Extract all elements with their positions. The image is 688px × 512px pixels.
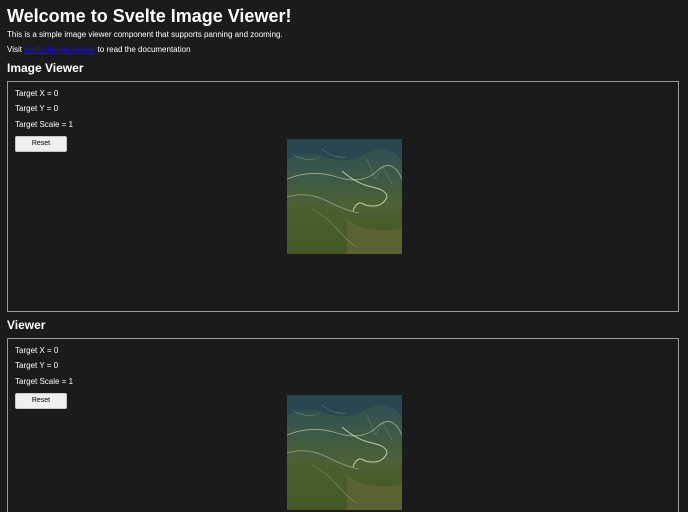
aerial-landscape-icon: [287, 395, 402, 510]
target-y-readout: Target Y = 0: [15, 361, 59, 370]
image-viewer-container[interactable]: Target X = 0 Target Y = 0 Target Scale =…: [7, 81, 679, 312]
aerial-landscape-icon: [287, 139, 402, 254]
documentation-link[interactable]: svelte-image-viewer: [24, 45, 95, 54]
target-x-readout: Target X = 0: [15, 346, 59, 355]
section-heading-image-viewer: Image Viewer: [7, 61, 84, 75]
intro-text: This is a simple image viewer component …: [7, 30, 283, 39]
visit-suffix: to read the documentation: [95, 45, 191, 54]
target-scale-readout: Target Scale = 1: [15, 377, 74, 386]
visit-line: Visit svelte-image-viewer to read the do…: [7, 45, 191, 55]
reset-button[interactable]: Reset: [15, 136, 67, 152]
aerial-landscape-image[interactable]: [287, 395, 402, 510]
visit-prefix: Visit: [7, 45, 25, 54]
target-y-readout: Target Y = 0: [15, 104, 59, 113]
viewer-container[interactable]: Target X = 0 Target Y = 0 Target Scale =…: [7, 338, 679, 512]
reset-button[interactable]: Reset: [15, 393, 67, 409]
page-title: Welcome to Svelte Image Viewer!: [7, 6, 292, 26]
target-scale-readout: Target Scale = 1: [15, 120, 74, 129]
section-heading-viewer: Viewer: [7, 318, 46, 332]
aerial-landscape-image[interactable]: [287, 139, 402, 254]
target-x-readout: Target X = 0: [15, 89, 59, 98]
